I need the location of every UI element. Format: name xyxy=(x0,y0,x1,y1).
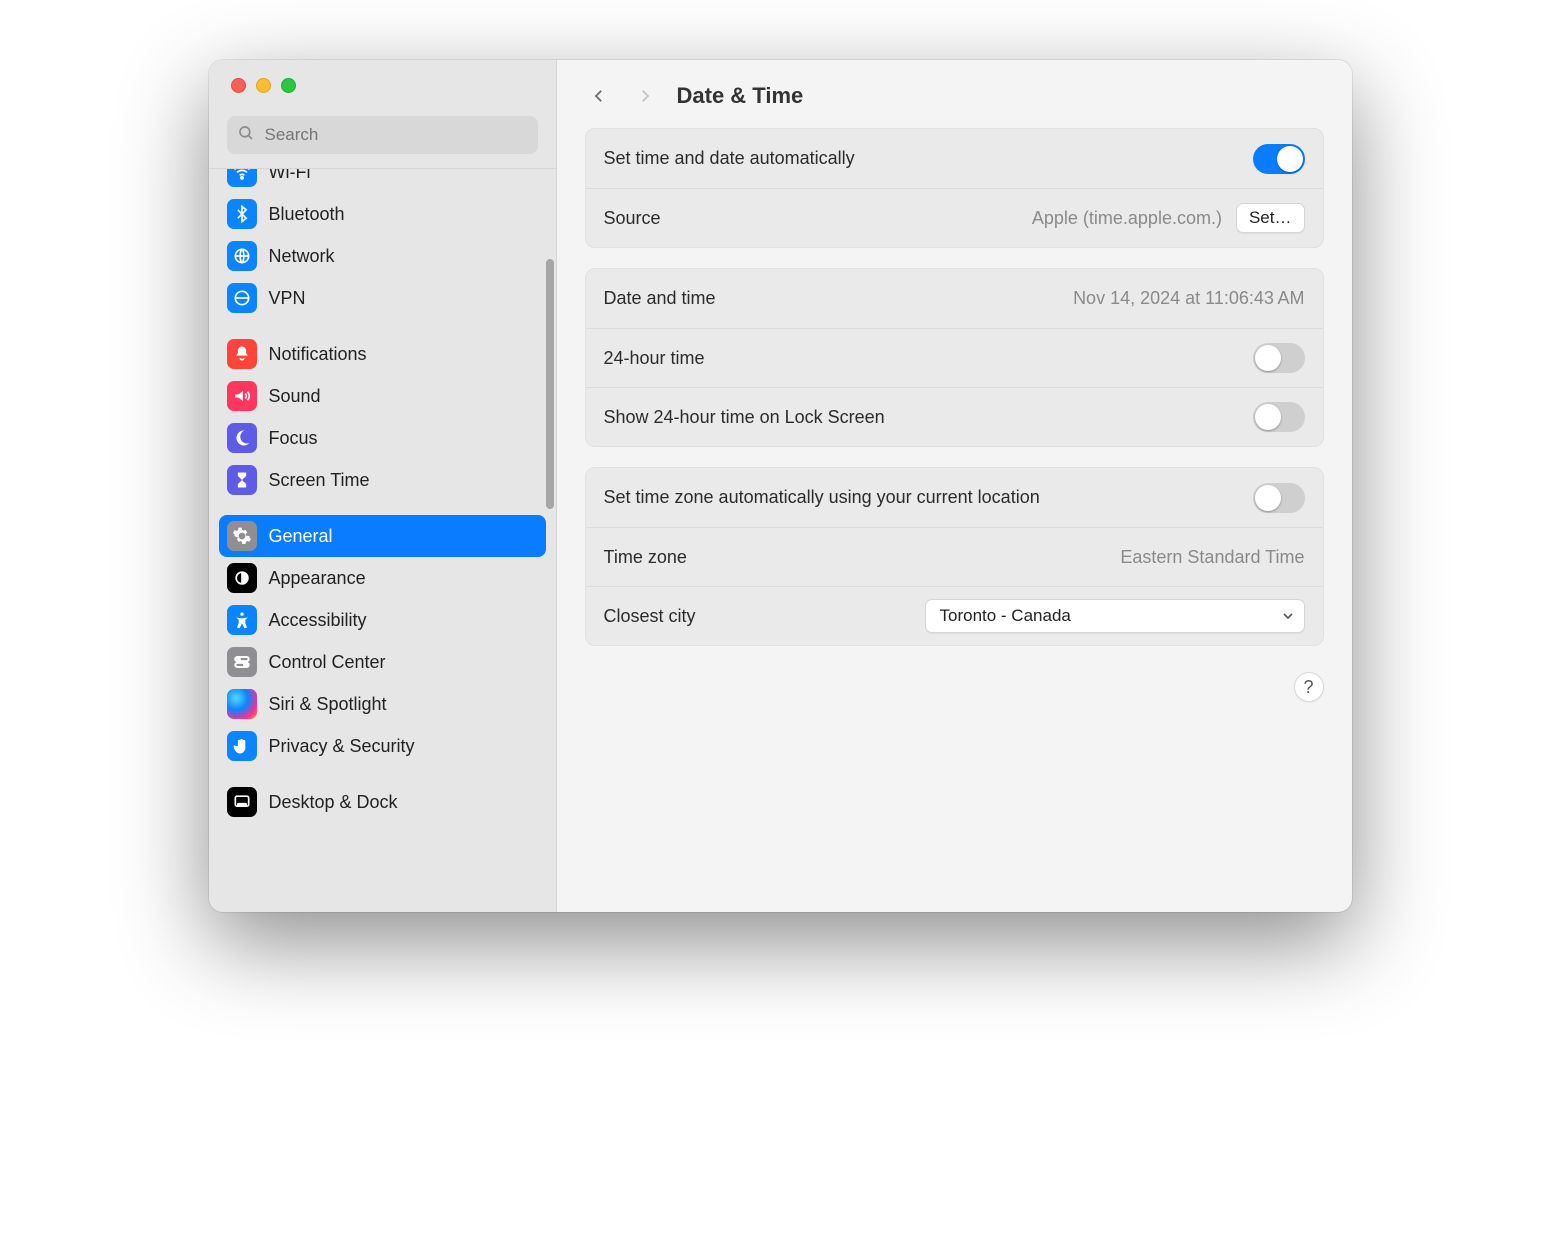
main-panel: Date & Time Set time and date automatica… xyxy=(557,60,1352,912)
window-zoom-button[interactable] xyxy=(281,78,296,93)
sidebar-item-wifi[interactable]: Wi-Fi xyxy=(219,168,546,193)
appearance-icon xyxy=(227,563,257,593)
window-minimize-button[interactable] xyxy=(256,78,271,93)
sidebar-item-label: Sound xyxy=(269,386,321,407)
section-timezone: Set time zone automatically using your c… xyxy=(585,467,1324,646)
section-auto-time: Set time and date automatically Source A… xyxy=(585,128,1324,248)
sidebar-item-label: Desktop & Dock xyxy=(269,792,398,813)
row-label: Date and time xyxy=(604,288,716,309)
sidebar-item-vpn[interactable]: VPN xyxy=(219,277,546,319)
hand-icon xyxy=(227,731,257,761)
sidebar-item-appearance[interactable]: Appearance xyxy=(219,557,546,599)
window-close-button[interactable] xyxy=(231,78,246,93)
set-source-button[interactable]: Set… xyxy=(1236,203,1305,233)
row-label: Set time and date automatically xyxy=(604,148,855,169)
search-input[interactable] xyxy=(263,124,528,146)
help-button[interactable]: ? xyxy=(1294,672,1324,702)
toggle-24-hour-lock-screen[interactable] xyxy=(1253,402,1305,432)
vpn-icon xyxy=(227,283,257,313)
chevron-left-icon xyxy=(590,87,608,105)
sidebar-item-sound[interactable]: Sound xyxy=(219,375,546,417)
source-value: Apple (time.apple.com.) xyxy=(1032,208,1222,229)
sidebar-item-label: Siri & Spotlight xyxy=(269,694,387,715)
row-label: Time zone xyxy=(604,547,687,568)
row-label: Show 24-hour time on Lock Screen xyxy=(604,407,885,428)
sidebar-item-label: Bluetooth xyxy=(269,204,345,225)
siri-icon xyxy=(227,689,257,719)
row-label: Source xyxy=(604,208,661,229)
sidebar-item-label: Control Center xyxy=(269,652,386,673)
sidebar-item-label: VPN xyxy=(269,288,306,309)
row-label: Closest city xyxy=(604,606,696,627)
toggle-timezone-auto[interactable] xyxy=(1253,483,1305,513)
sidebar-item-focus[interactable]: Focus xyxy=(219,417,546,459)
toggle-24-hour[interactable] xyxy=(1253,343,1305,373)
chevron-down-icon xyxy=(1280,608,1296,624)
sidebar-item-general[interactable]: General xyxy=(219,515,546,557)
sidebar-item-label: Notifications xyxy=(269,344,367,365)
sidebar-scroll[interactable]: Wi-Fi Bluetooth Network xyxy=(209,168,556,912)
sidebar-item-network[interactable]: Network xyxy=(219,235,546,277)
sidebar-item-privacy-security[interactable]: Privacy & Security xyxy=(219,725,546,767)
sidebar-item-label: General xyxy=(269,526,333,547)
sidebar-item-accessibility[interactable]: Accessibility xyxy=(219,599,546,641)
sidebar-item-label: Focus xyxy=(269,428,318,449)
desktop-dock-icon xyxy=(227,787,257,817)
sidebar-item-label: Screen Time xyxy=(269,470,370,491)
moon-icon xyxy=(227,423,257,453)
control-center-icon xyxy=(227,647,257,677)
hourglass-icon xyxy=(227,465,257,495)
row-label: 24-hour time xyxy=(604,348,705,369)
sidebar-item-label: Privacy & Security xyxy=(269,736,415,757)
nav-back-button[interactable] xyxy=(585,82,613,110)
search-icon xyxy=(237,124,255,147)
sidebar-item-control-center[interactable]: Control Center xyxy=(219,641,546,683)
sidebar-item-screen-time[interactable]: Screen Time xyxy=(219,459,546,501)
bluetooth-icon xyxy=(227,199,257,229)
closest-city-select[interactable]: Toronto - Canada xyxy=(925,599,1305,633)
sidebar-item-label: Network xyxy=(269,246,335,267)
sidebar-item-desktop-dock[interactable]: Desktop & Dock xyxy=(219,781,546,823)
sidebar-item-label: Wi-Fi xyxy=(269,168,311,183)
sidebar-item-label: Accessibility xyxy=(269,610,367,631)
timezone-value: Eastern Standard Time xyxy=(1120,547,1304,568)
gear-icon xyxy=(227,521,257,551)
sound-icon xyxy=(227,381,257,411)
topbar: Date & Time xyxy=(557,60,1352,128)
sidebar-item-bluetooth[interactable]: Bluetooth xyxy=(219,193,546,235)
nav-forward-button[interactable] xyxy=(631,82,659,110)
sidebar-item-label: Appearance xyxy=(269,568,366,589)
row-label: Set time zone automatically using your c… xyxy=(604,487,1040,508)
wifi-icon xyxy=(227,168,257,187)
sidebar-item-siri-spotlight[interactable]: Siri & Spotlight xyxy=(219,683,546,725)
toggle-set-time-auto[interactable] xyxy=(1253,144,1305,174)
chevron-right-icon xyxy=(636,87,654,105)
sidebar: Wi-Fi Bluetooth Network xyxy=(209,60,557,912)
sidebar-item-notifications[interactable]: Notifications xyxy=(219,333,546,375)
bell-icon xyxy=(227,339,257,369)
section-clock: Date and time Nov 14, 2024 at 11:06:43 A… xyxy=(585,268,1324,447)
network-icon xyxy=(227,241,257,271)
search-field[interactable] xyxy=(227,116,538,154)
datetime-value: Nov 14, 2024 at 11:06:43 AM xyxy=(1073,288,1304,309)
closest-city-value: Toronto - Canada xyxy=(940,606,1071,626)
settings-window: Wi-Fi Bluetooth Network xyxy=(209,60,1352,912)
accessibility-icon xyxy=(227,605,257,635)
page-title: Date & Time xyxy=(677,83,804,109)
window-traffic-lights xyxy=(209,60,556,104)
